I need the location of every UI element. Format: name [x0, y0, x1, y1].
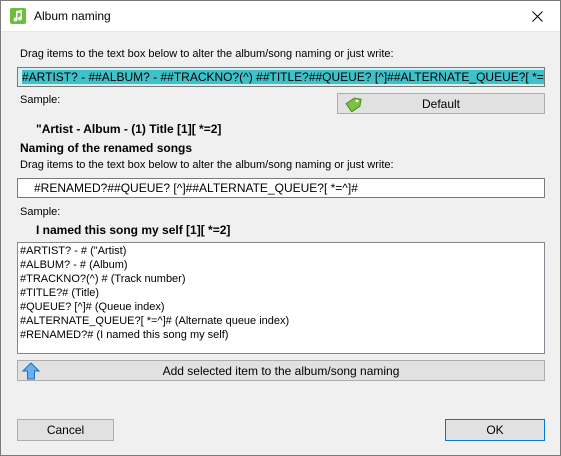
list-item[interactable]: #TITLE?# (Title)	[20, 286, 542, 300]
list-item[interactable]: #ARTIST? - # ("Artist)	[20, 244, 542, 258]
cancel-button[interactable]: Cancel	[17, 419, 114, 441]
close-icon	[531, 11, 543, 22]
close-button[interactable]	[514, 1, 560, 32]
add-selected-item-label: Add selected item to the album/song nami…	[162, 363, 400, 378]
album-naming-dialog: Album naming Drag items to the text box …	[0, 0, 561, 456]
album-naming-input[interactable]: #ARTIST? - ##ALBUM? - ##TRACKNO?(^) ##TI…	[17, 67, 545, 87]
renamed-instruction-label: Drag items to the text box below to alte…	[20, 159, 394, 171]
window-title: Album naming	[34, 9, 111, 23]
list-item[interactable]: #ALTERNATE_QUEUE?[ *=^]# (Alternate queu…	[20, 314, 542, 328]
list-item[interactable]: #TRACKNO?(^) # (Track number)	[20, 272, 542, 286]
album-sample-value: "Artist - Album - (1) Title [1][ *=2]	[36, 122, 222, 136]
ok-button[interactable]: OK	[445, 419, 545, 441]
album-instruction-label: Drag items to the text box below to alte…	[20, 48, 394, 60]
default-button-label: Default	[421, 96, 461, 111]
default-button[interactable]: Default	[337, 93, 545, 114]
album-sample-label: Sample:	[20, 94, 61, 106]
renamed-sample-label: Sample:	[20, 206, 61, 218]
album-naming-value: #ARTIST? - ##ALBUM? - ##TRACKNO?(^) ##TI…	[22, 70, 544, 84]
tag-icon	[345, 97, 362, 112]
list-item[interactable]: #QUEUE? [^]# (Queue index)	[20, 300, 542, 314]
music-note-icon	[10, 8, 26, 24]
title-bar: Album naming	[1, 1, 560, 32]
arrow-up-icon	[22, 362, 40, 380]
add-selected-item-button[interactable]: Add selected item to the album/song nami…	[17, 360, 545, 381]
list-item[interactable]: #ALBUM? - # (Album)	[20, 258, 542, 272]
renamed-naming-input[interactable]: #RENAMED?##QUEUE? [^]##ALTERNATE_QUEUE?[…	[17, 178, 545, 198]
list-item[interactable]: #RENAMED?# (I named this song my self)	[20, 328, 542, 342]
renamed-sample-value: I named this song my self [1][ *=2]	[36, 223, 231, 237]
renamed-heading: Naming of the renamed songs	[20, 141, 193, 155]
naming-items-list[interactable]: #ARTIST? - # ("Artist) #ALBUM? - # (Albu…	[17, 242, 545, 354]
